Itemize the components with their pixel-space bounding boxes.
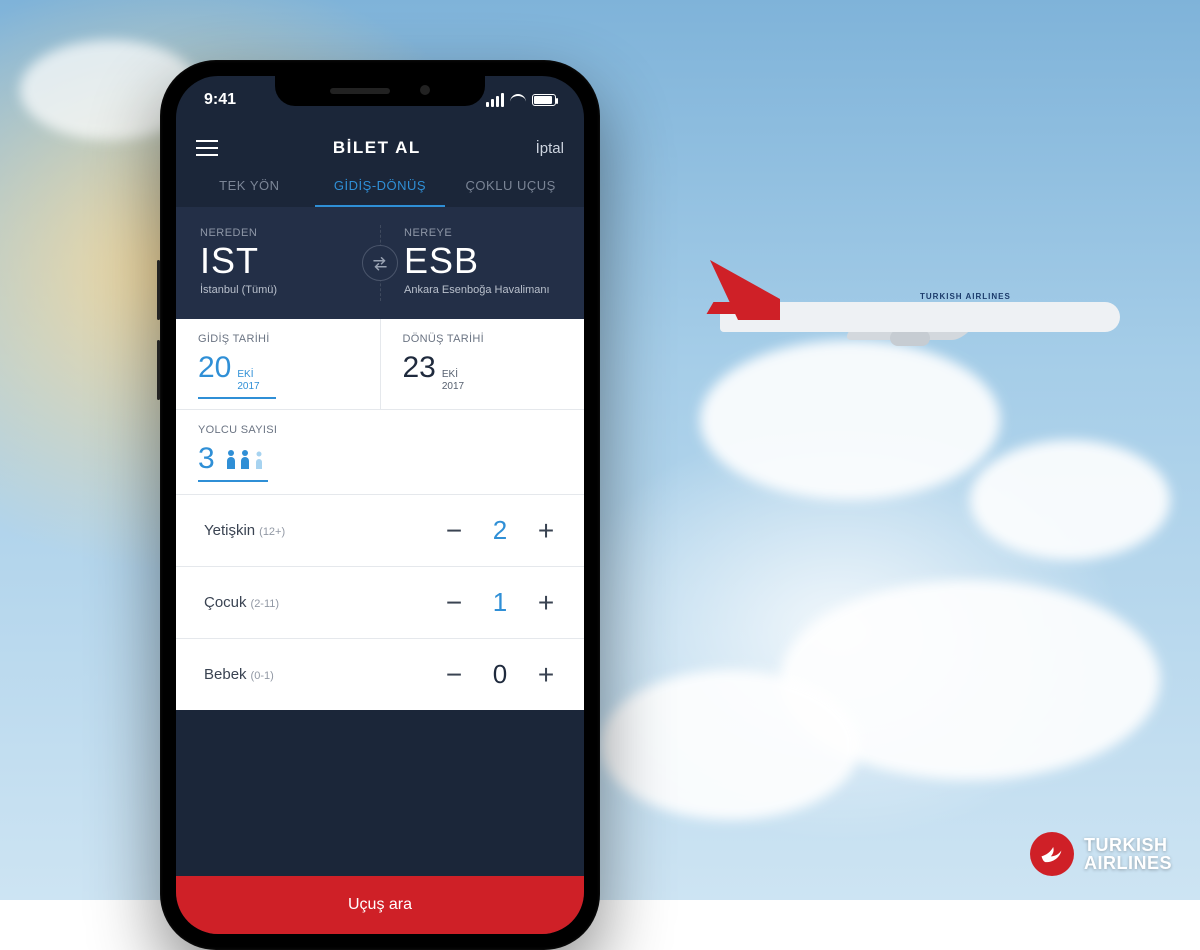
phone-notch — [275, 76, 485, 106]
cancel-button[interactable]: İptal — [536, 140, 564, 157]
destination-selector[interactable]: NEREYE ESB Ankara Esenboğa Havalimanı — [380, 227, 584, 297]
pax-count-value: 0 — [490, 659, 510, 690]
phone-frame: 9:41 BİLET AL İptal TEK YÖN GİDİŞ-DÖNÜŞ … — [160, 60, 600, 950]
person-icon — [239, 449, 251, 469]
tab-round-trip[interactable]: GİDİŞ-DÖNÜŞ — [315, 168, 446, 207]
brand-text-line2: AIRLINES — [1084, 854, 1172, 872]
cloud-decoration — [600, 670, 860, 820]
departure-year: 2017 — [237, 381, 259, 393]
pax-age-label: (2-11) — [251, 598, 280, 610]
brand-logo: TURKISH AIRLINES — [1030, 832, 1172, 876]
swap-airports-button[interactable] — [362, 245, 398, 281]
search-flights-button[interactable]: Uçuş ara — [176, 876, 584, 934]
status-time: 9:41 — [204, 91, 236, 109]
passenger-total: 3 — [198, 442, 215, 476]
decrement-button[interactable]: − — [444, 589, 464, 617]
airplane-livery-text: TURKISH AIRLINES — [920, 292, 1011, 301]
page-title: BİLET AL — [333, 138, 421, 158]
airplane-illustration: TURKISH AIRLINES — [700, 260, 1150, 370]
pax-type-label: Bebek — [204, 666, 247, 683]
origin-label: NEREDEN — [200, 227, 356, 239]
passenger-label: YOLCU SAYISI — [198, 424, 562, 436]
decrement-button[interactable]: − — [444, 517, 464, 545]
return-year: 2017 — [442, 381, 464, 393]
battery-icon — [532, 94, 556, 106]
phone-screen: 9:41 BİLET AL İptal TEK YÖN GİDİŞ-DÖNÜŞ … — [176, 76, 584, 934]
tab-multi-city[interactable]: ÇOKLU UÇUŞ — [445, 168, 576, 207]
destination-city: Ankara Esenboğa Havalimanı — [404, 283, 560, 297]
person-icon — [253, 449, 265, 469]
increment-button[interactable]: + — [536, 517, 556, 545]
passenger-summary[interactable]: YOLCU SAYISI 3 — [176, 409, 584, 494]
brand-bird-icon — [1030, 832, 1074, 876]
person-icon — [225, 449, 237, 469]
increment-button[interactable]: + — [536, 661, 556, 689]
origin-selector[interactable]: NEREDEN IST İstanbul (Tümü) — [176, 227, 380, 297]
pax-count-value: 2 — [490, 515, 510, 546]
decrement-button[interactable]: − — [444, 661, 464, 689]
passenger-row-infant: Bebek (0-1) − 0 + — [176, 638, 584, 710]
passenger-breakdown: Yetişkin (12+) − 2 + Çocuk (2-11) − 1 + Be… — [176, 494, 584, 710]
passenger-row-child: Çocuk (2-11) − 1 + — [176, 566, 584, 638]
pax-type-label: Yetişkin — [204, 522, 255, 539]
origin-city: İstanbul (Tümü) — [200, 283, 356, 297]
pax-type-label: Çocuk — [204, 594, 247, 611]
brand-text-line1: TURKISH — [1084, 836, 1172, 854]
return-month: EKİ — [442, 369, 464, 381]
wifi-icon — [510, 94, 526, 106]
passenger-row-adult: Yetişkin (12+) − 2 + — [176, 494, 584, 566]
return-day: 23 — [403, 351, 436, 385]
route-panel: NEREDEN IST İstanbul (Tümü) NEREYE ESB A… — [176, 207, 584, 319]
origin-code: IST — [200, 243, 356, 279]
pax-count-value: 1 — [490, 587, 510, 618]
cloud-decoration — [970, 440, 1170, 560]
pax-age-label: (12+) — [259, 526, 285, 538]
swap-arrows-icon — [371, 254, 389, 272]
departure-day: 20 — [198, 351, 231, 385]
return-date-selector[interactable]: DÖNÜŞ TARİHİ 23 EKİ 2017 — [381, 319, 585, 409]
departure-date-selector[interactable]: GİDİŞ TARİHİ 20 EKİ 2017 — [176, 319, 381, 409]
departure-date-label: GİDİŞ TARİHİ — [198, 333, 358, 345]
departure-month: EKİ — [237, 369, 259, 381]
app-header: BİLET AL İptal — [176, 124, 584, 168]
trip-type-tabs: TEK YÖN GİDİŞ-DÖNÜŞ ÇOKLU UÇUŞ — [176, 168, 584, 207]
hamburger-menu-icon[interactable] — [196, 140, 218, 156]
pax-age-label: (0-1) — [251, 670, 274, 682]
return-date-label: DÖNÜŞ TARİHİ — [403, 333, 563, 345]
destination-label: NEREYE — [404, 227, 560, 239]
passenger-icons — [225, 449, 265, 469]
tab-one-way[interactable]: TEK YÖN — [184, 168, 315, 207]
destination-code: ESB — [404, 243, 560, 279]
increment-button[interactable]: + — [536, 589, 556, 617]
date-panel: GİDİŞ TARİHİ 20 EKİ 2017 DÖNÜŞ TARİHİ 23… — [176, 319, 584, 409]
signal-icon — [486, 93, 504, 107]
